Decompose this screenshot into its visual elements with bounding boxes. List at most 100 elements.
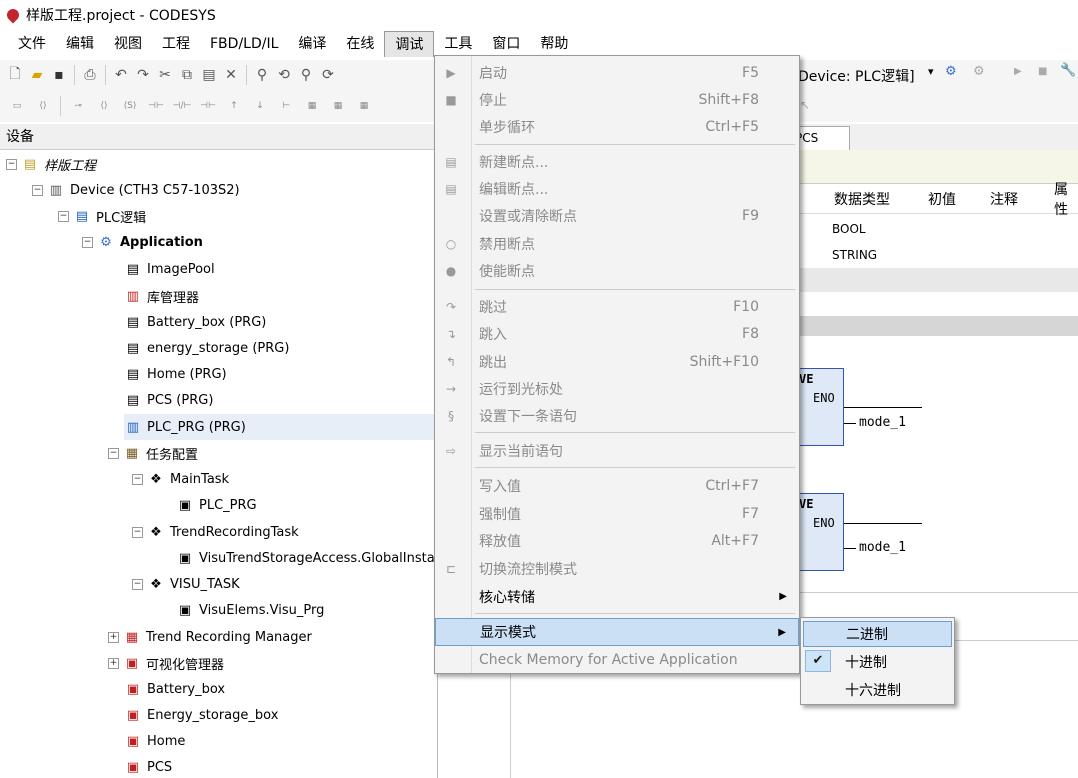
cursor-tool-icon[interactable]: ↖ [800,98,810,112]
column-comment[interactable]: 注释 [990,189,1018,209]
tree-node-library-manager[interactable]: ▥ 库管理器 [124,283,199,309]
print-icon[interactable]: ⎙ [79,64,101,86]
tree-node-battery-box-visu[interactable]: ▣ Battery_box [124,676,225,702]
menu-item-step-into[interactable]: ↴ 跳入 F8 [435,320,799,347]
menu-item-single-cycle[interactable]: 单步循环 Ctrl+F5 [435,113,799,140]
tree-node-plc-logic[interactable]: − ▤ PLC逻辑 [58,203,146,229]
collapse-icon[interactable]: − [132,578,143,590]
start-icon[interactable]: ▶ [1014,66,1022,77]
menu-item-write-values[interactable]: 写入值 Ctrl+F7 [435,472,799,499]
fbd-function-block[interactable]: VE ENO [796,493,844,571]
contact-icon[interactable]: ⊣⊢ [143,101,169,111]
menu-help[interactable]: 帮助 [530,31,578,57]
tree-node-maintask[interactable]: − ❖ MainTask [132,466,229,492]
fbd-output-variable[interactable]: mode_1 [859,415,906,430]
menu-item-edit-breakpoints[interactable]: ▤ 编辑断点... [435,175,799,202]
menu-item-check-memory[interactable]: Check Memory for Active Application [435,646,799,673]
tree-node-plc-prg[interactable]: ▥ PLC_PRG (PRG) [124,414,437,440]
menu-item-show-current-statement[interactable]: ⇨ 显示当前语句 [435,437,799,464]
stop-icon[interactable]: ■ [1038,66,1047,77]
dropdown-arrow-icon[interactable]: ▾ [928,65,934,78]
tree-node-application[interactable]: − ⚙ Application [82,229,203,255]
undo-icon[interactable]: ↶ [110,64,132,86]
menu-item-display-mode[interactable]: 显示模式 ▶ [435,618,799,646]
logout-icon[interactable]: ⚙ [973,64,985,79]
tree-node-pcs-visu[interactable]: ▣ PCS [124,754,172,778]
menu-item-flow-control[interactable]: ⊏ 切换流控制模式 [435,555,799,582]
column-initial-value[interactable]: 初值 [928,189,956,209]
submenu-item-decimal[interactable]: ✔ 十进制 [803,649,952,675]
branch-icon[interactable]: ⊢ [273,101,299,111]
copy-icon[interactable]: ⧉ [176,64,198,86]
tree-node-task-config[interactable]: − ▦ 任务配置 [108,440,198,466]
delete-icon[interactable]: ✕ [220,64,242,86]
fbd-function-block[interactable]: VE ENO [796,368,844,446]
replace-icon[interactable]: ⟲ [273,64,295,86]
tree-node-device[interactable]: − ▥ Device (CTH3 C57-103S2) [32,177,240,203]
fbd-output-variable[interactable]: mode_1 [859,540,906,555]
menu-item-unforce-values[interactable]: 释放值 Alt+F7 [435,527,799,554]
var-icon[interactable]: ⊸ [65,101,91,111]
submenu-item-binary[interactable]: 二进制 [803,621,952,647]
device-selector[interactable]: Device: PLC逻辑] [798,66,915,86]
jump-icon[interactable]: ▦ [351,101,377,111]
menu-debug[interactable]: 调试 [384,31,435,57]
login-icon[interactable]: ⚙ [945,64,957,79]
menu-item-enable-breakpoint[interactable]: ● 使能断点 [435,257,799,284]
tree-node-home-prg[interactable]: ▤ Home (PRG) [124,361,227,387]
menu-item-set-next-statement[interactable]: § 设置下一条语句 [435,402,799,429]
menu-edit[interactable]: 编辑 [56,31,104,57]
network-icon[interactable]: ▭ [4,101,30,111]
find-in-project-icon[interactable]: ⟳ [317,64,339,86]
menu-item-stop[interactable]: ■ 停止 Shift+F8 [435,86,799,113]
open-folder-icon[interactable]: ▰ [26,64,48,86]
menu-window[interactable]: 窗口 [482,31,530,57]
set-coil-icon[interactable]: ⟨S⟩ [117,101,143,111]
expand-icon[interactable]: + [108,631,119,643]
menu-build[interactable]: 编译 [288,31,336,57]
menu-item-new-breakpoint[interactable]: ▤ 新建断点... [435,148,799,175]
box-en-icon[interactable]: ▦ [325,101,351,111]
tree-node-energy-storage-box-visu[interactable]: ▣ Energy_storage_box [124,702,279,728]
redo-icon[interactable]: ↷ [132,64,154,86]
tree-node-trend-recording-manager[interactable]: + ▦ Trend Recording Manager [108,624,312,650]
collapse-icon[interactable]: − [132,526,143,538]
menu-item-start[interactable]: ▶ 启动 F5 [435,59,799,86]
menu-fbd-ld-il[interactable]: FBD/LD/IL [200,31,288,57]
menu-item-core-dump[interactable]: 核心转储 ▶ [435,583,799,610]
tree-node-battery-box-prg[interactable]: ▤ Battery_box (PRG) [124,309,267,335]
editor-splitter[interactable] [780,316,1078,336]
tree-node-visu-trend-storage[interactable]: ▣ VisuTrendStorageAccess.GlobalInstances [176,545,437,571]
menu-file[interactable]: 文件 [8,31,56,57]
menu-item-step-over[interactable]: ↷ 跳过 F10 [435,293,799,320]
menu-project[interactable]: 工程 [152,31,200,57]
edge-rising-icon[interactable]: ↑ [221,101,247,111]
tree-node-home-visu[interactable]: ▣ Home [124,728,186,754]
coil-icon[interactable]: ⟨⟩ [91,101,117,111]
new-project-icon[interactable]: 🗋 [4,64,26,86]
collapse-icon[interactable]: − [58,210,69,222]
comment-icon[interactable]: ⟨⟩ [30,101,56,111]
menu-item-step-out[interactable]: ↰ 跳出 Shift+F10 [435,348,799,375]
column-data-type[interactable]: 数据类型 [834,189,890,209]
tree-node-imagepool[interactable]: ▤ ImagePool [124,256,215,282]
menu-item-toggle-breakpoint[interactable]: 设置或清除断点 F9 [435,202,799,229]
cut-icon[interactable]: ✂ [154,64,176,86]
tree-node-pcs-prg[interactable]: ▤ PCS (PRG) [124,387,214,413]
menu-item-run-to-cursor[interactable]: → 运行到光标处 [435,375,799,402]
column-attributes[interactable]: 属性 [1054,179,1078,219]
tree-node-visu-task[interactable]: − ❖ VISU_TASK [132,571,240,597]
tree-node-energy-storage-prg[interactable]: ▤ energy_storage (PRG) [124,335,290,361]
menu-online[interactable]: 在线 [336,31,384,57]
tree-node-trend-recording-task[interactable]: − ❖ TrendRecordingTask [132,519,299,545]
tree-node-visu-manager[interactable]: + ▣ 可视化管理器 [108,650,224,676]
tree-node-project[interactable]: − ▤ 样版工程 [6,151,96,177]
parallel-contact-icon[interactable]: ⊣⊢ [195,101,221,111]
box-icon[interactable]: ▦ [299,101,325,111]
save-icon[interactable]: ▪ [48,64,70,86]
submenu-item-hexadecimal[interactable]: 十六进制 [803,677,952,703]
menu-item-disable-breakpoint[interactable]: ○ 禁用断点 [435,230,799,257]
menu-item-force-values[interactable]: 强制值 F7 [435,500,799,527]
find-next-icon[interactable]: ⚲ [295,64,317,86]
collapse-icon[interactable]: − [6,158,17,170]
